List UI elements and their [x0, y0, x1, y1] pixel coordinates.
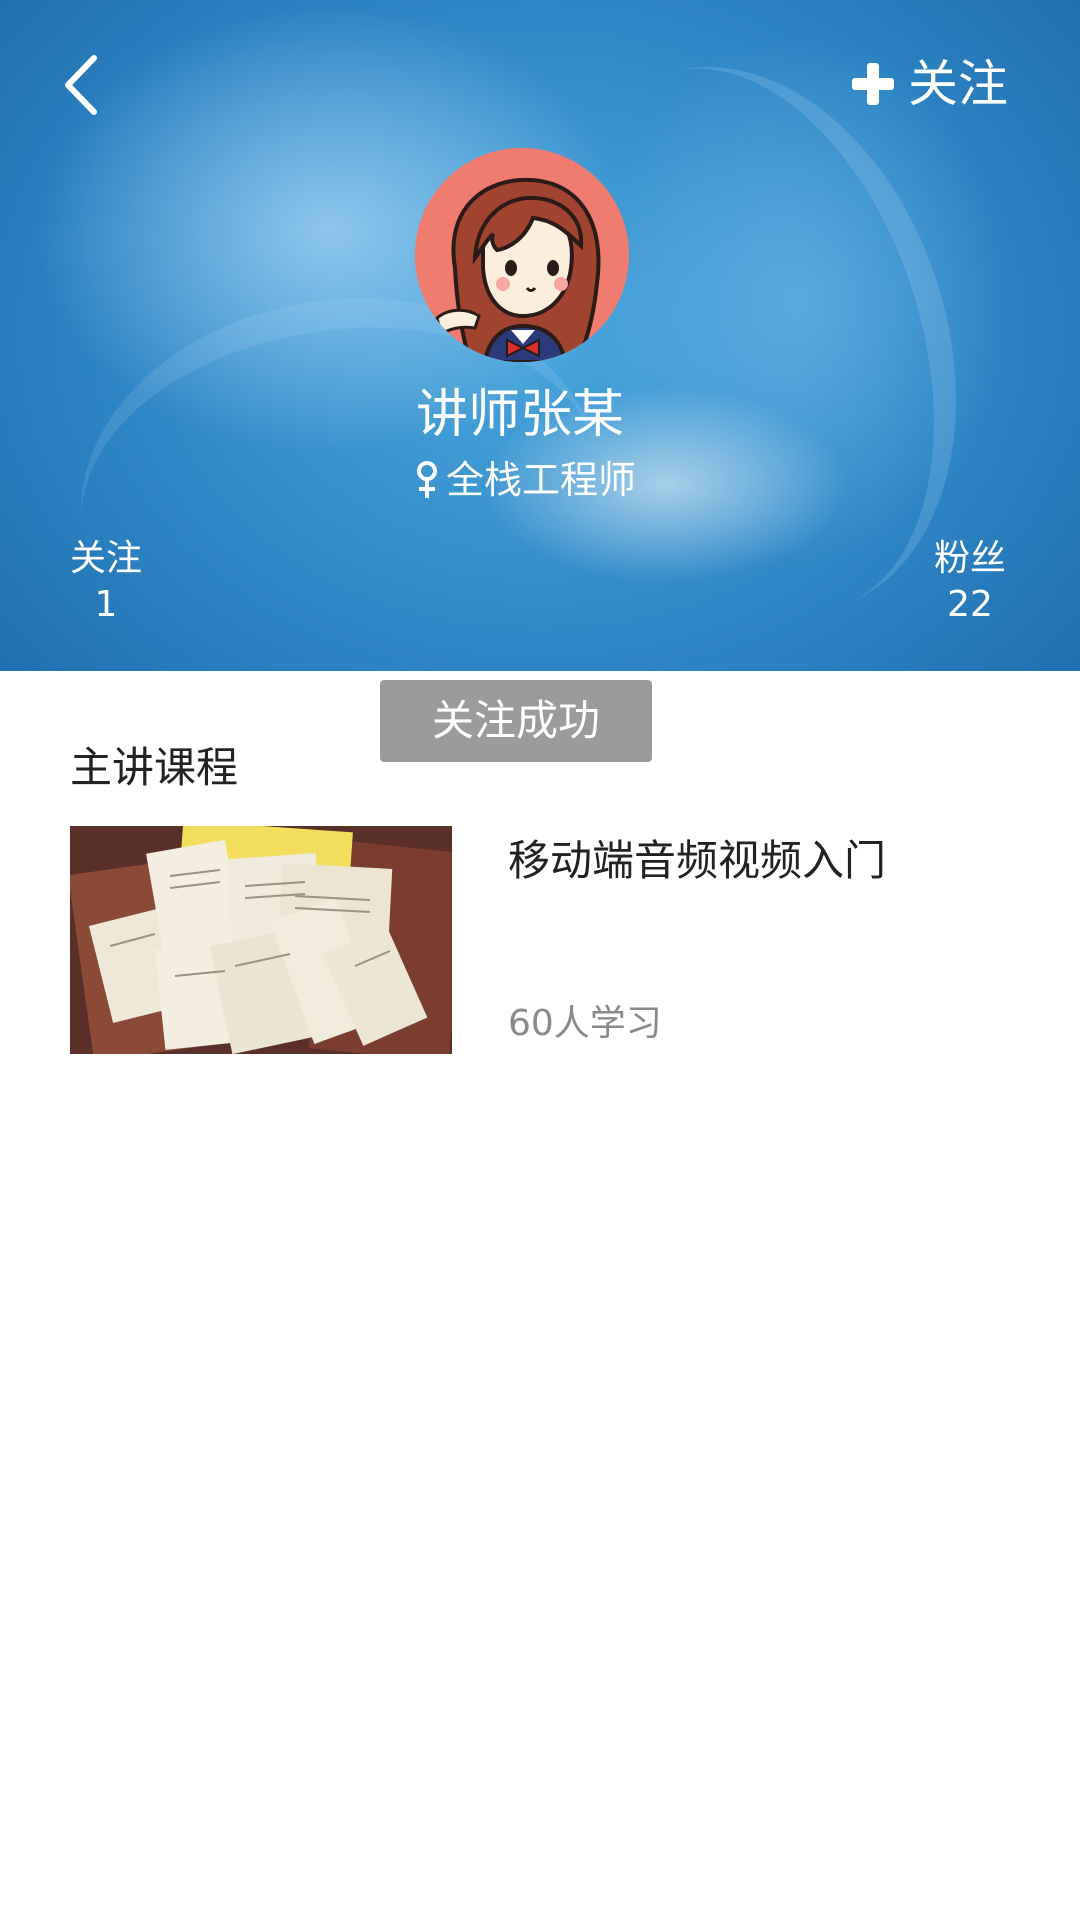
plus-icon	[852, 63, 894, 105]
course-learners: 60人学习	[508, 1003, 662, 1044]
course-title: 移动端音频视频入门	[508, 836, 887, 885]
section-title: 主讲课程	[70, 743, 239, 792]
fans-stat[interactable]: 粉丝 22	[932, 536, 1008, 628]
course-card[interactable]: 移动端音频视频入门 60人学习	[70, 826, 1010, 1054]
fans-label: 粉丝	[933, 538, 1006, 579]
female-icon	[416, 461, 437, 498]
following-count: 1	[94, 584, 118, 625]
back-arrow-icon	[65, 55, 97, 115]
avatar-illustration	[415, 148, 629, 362]
follow-button[interactable]: 关注	[850, 48, 1020, 120]
following-stat[interactable]: 关注 1	[68, 536, 144, 628]
teacher-title-row: 全栈工程师	[0, 455, 1050, 505]
back-button[interactable]	[60, 50, 120, 120]
avatar	[415, 148, 629, 362]
fans-count: 22	[947, 584, 993, 625]
following-label: 关注	[69, 538, 142, 579]
follow-button-label: 关注	[908, 55, 1008, 113]
profile-header: 关注 讲师张某 全栈工程师 关注 1 粉丝 22	[0, 0, 1080, 671]
teacher-title: 全栈工程师	[445, 458, 636, 502]
teacher-name: 讲师张某	[415, 385, 624, 445]
course-thumbnail	[70, 826, 452, 1054]
toast-message: 关注成功	[380, 680, 652, 762]
